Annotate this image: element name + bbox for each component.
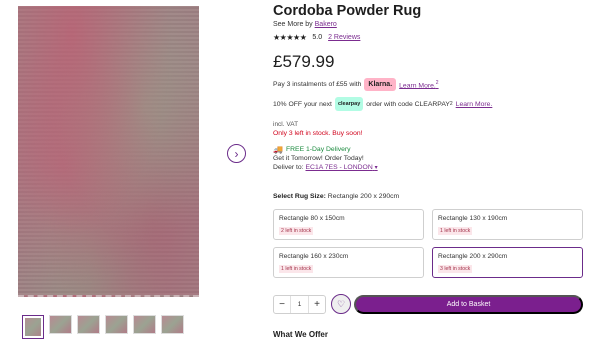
deliver-to-label: Deliver to: — [273, 164, 304, 171]
product-main-image[interactable] — [18, 6, 199, 297]
see-more-label: See More by — [273, 21, 313, 28]
next-image-button[interactable]: › — [227, 144, 246, 163]
size-option-200x290[interactable]: Rectangle 200 x 290cm 3 left in stock — [432, 247, 583, 278]
size-option-stock: 1 left in stock — [279, 265, 314, 273]
size-option-name: Rectangle 130 x 190cm — [438, 215, 508, 222]
truck-icon: 🚚 — [273, 145, 283, 154]
product-price: £579.99 — [273, 52, 335, 71]
size-option-80x150[interactable]: Rectangle 80 x 150cm 2 left in stock — [273, 209, 424, 240]
vat-label: incl. VAT — [273, 121, 299, 128]
size-option-name: Rectangle 200 x 290cm — [438, 253, 508, 260]
product-title: Cordoba Powder Rug — [273, 3, 422, 19]
quantity-increase-button[interactable]: + — [309, 299, 325, 310]
size-option-name: Rectangle 160 x 230cm — [279, 253, 349, 260]
star-rating-icon: ★★★★★ — [273, 33, 307, 42]
clearpay-learn-more-link[interactable]: Learn More. — [456, 101, 493, 108]
quantity-stepper: − 1 + — [273, 295, 326, 314]
chevron-down-icon: ▾ — [374, 165, 378, 171]
quantity-input[interactable]: 1 — [290, 296, 309, 313]
thumbnail-2[interactable] — [49, 315, 72, 334]
size-label: Select Rug Size: Rectangle 200 x 290cm — [273, 193, 400, 200]
reviews-link[interactable]: 2 Reviews — [328, 34, 360, 41]
chevron-right-icon: › — [234, 146, 239, 161]
thumbnail-strip — [22, 315, 184, 339]
delivery-text: FREE 1-Day Delivery — [285, 146, 351, 153]
rating-row: ★★★★★ 5.0 2 Reviews — [273, 33, 360, 42]
delivery-eta: Get it Tomorrow! Order Today! — [273, 155, 364, 162]
thumbnail-4[interactable] — [105, 315, 128, 334]
size-option-stock: 2 left in stock — [279, 227, 314, 235]
rating-value: 5.0 — [312, 34, 323, 41]
klarna-row: Pay 3 instalments of £55 with Klarna. Le… — [273, 78, 439, 91]
klarna-logo: Klarna. — [364, 78, 397, 91]
thumbnail-1[interactable] — [22, 315, 44, 339]
clearpay-logo: clearpay — [334, 97, 364, 111]
see-more-by: See More by Bakero — [273, 21, 337, 28]
size-option-stock: 1 left in stock — [438, 227, 473, 235]
selected-size: Rectangle 200 x 290cm — [327, 193, 400, 200]
add-to-basket-button[interactable]: Add to Basket — [354, 295, 583, 314]
clearpay-prefix: 10% OFF your next — [273, 100, 332, 108]
thumbnail-3[interactable] — [77, 315, 100, 334]
size-option-160x230[interactable]: Rectangle 160 x 230cm 1 left in stock — [273, 247, 424, 278]
deliver-to-location-link[interactable]: EC1A 7ES - LONDON ▾ — [306, 164, 378, 171]
wishlist-button[interactable]: ♡ — [331, 294, 351, 314]
klarna-learn-more-link[interactable]: Learn More.2 — [399, 80, 438, 89]
brand-link[interactable]: Bakero — [315, 21, 337, 28]
klarna-text: Pay 3 instalments of £55 with — [273, 81, 362, 88]
delivery-info: 🚚 FREE 1-Day Delivery — [273, 145, 351, 154]
thumbnail-5[interactable] — [133, 315, 156, 334]
size-option-name: Rectangle 80 x 150cm — [279, 215, 345, 222]
heart-icon: ♡ — [336, 298, 346, 309]
size-option-stock: 3 left in stock — [438, 265, 473, 273]
size-option-130x190[interactable]: Rectangle 130 x 190cm 1 left in stock — [432, 209, 583, 240]
clearpay-text: order with code CLEARPAY — [366, 100, 450, 108]
quantity-decrease-button[interactable]: − — [274, 299, 290, 310]
thumbnail-6[interactable] — [161, 315, 184, 334]
what-we-offer-heading: What We Offer — [273, 330, 328, 339]
stock-warning: Only 3 left in stock. Buy soon! — [273, 130, 363, 137]
clearpay-row: 10% OFF your next clearpay order with co… — [273, 97, 492, 111]
deliver-to: Deliver to: EC1A 7ES - LONDON ▾ — [273, 164, 378, 171]
